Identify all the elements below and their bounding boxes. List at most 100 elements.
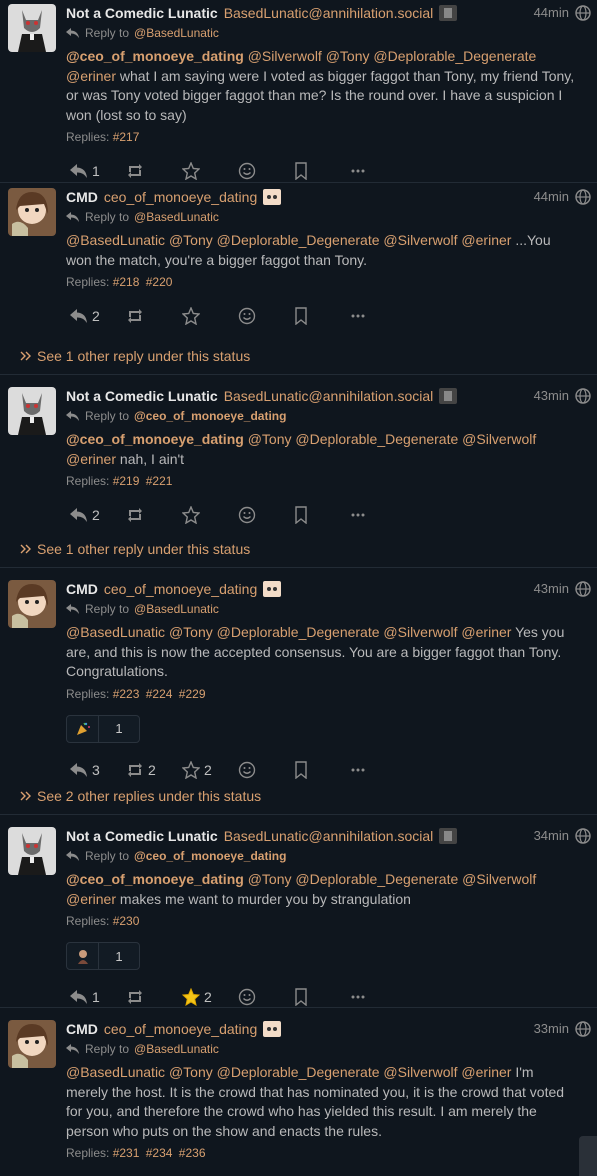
mention-link[interactable]: @eriner [66, 451, 116, 467]
mention-link[interactable]: @ceo_of_monoeye_dating [66, 871, 244, 887]
mention-link[interactable]: @Silverwolf [248, 48, 322, 64]
reply-link[interactable]: #218 [113, 275, 140, 289]
favorite-button[interactable]: 2 [178, 988, 234, 1006]
mention-link[interactable]: @ceo_of_monoeye_dating [66, 431, 244, 447]
reply-link[interactable]: #221 [146, 474, 173, 488]
mention-link[interactable]: @eriner [461, 624, 511, 640]
repeat-button[interactable] [122, 508, 178, 522]
author-handle[interactable]: ceo_of_monoeye_dating [104, 580, 257, 598]
author-name[interactable]: CMD [66, 580, 98, 598]
mention-link[interactable]: @Tony [169, 1064, 213, 1080]
more-options-button[interactable] [346, 313, 402, 319]
emoji-react-button[interactable] [234, 307, 290, 325]
reply-button[interactable]: 3 [66, 762, 122, 778]
see-other-replies-link[interactable]: See 1 other reply under this status [0, 337, 597, 375]
avatar[interactable] [8, 387, 56, 435]
reply-button[interactable]: 1 [66, 163, 122, 179]
mention-link[interactable]: @Tony [169, 232, 213, 248]
favorite-button[interactable]: 2 [178, 760, 234, 779]
repeat-button[interactable] [122, 990, 178, 1004]
bookmark-button[interactable] [290, 506, 346, 524]
more-options-button[interactable] [346, 767, 402, 773]
reply-link[interactable]: #229 [179, 687, 206, 701]
bookmark-button[interactable] [290, 307, 346, 325]
reply-link[interactable]: #220 [146, 275, 173, 289]
favorite-button[interactable] [178, 162, 234, 180]
reply-button[interactable]: 2 [66, 308, 122, 324]
reply-to-link[interactable]: @BasedLunatic [134, 1042, 219, 1056]
scroll-to-top-button[interactable] [579, 1136, 597, 1176]
favorite-button[interactable] [178, 506, 234, 524]
globe-icon[interactable] [575, 388, 591, 404]
timestamp[interactable]: 44min [534, 188, 569, 206]
avatar[interactable] [8, 827, 56, 875]
emoji-react-button[interactable] [234, 988, 290, 1006]
mention-link[interactable]: @Deplorable_Degenerate [295, 431, 458, 447]
author-name[interactable]: Not a Comedic Lunatic [66, 827, 218, 845]
reply-to-link[interactable]: @ceo_of_monoeye_dating [134, 849, 286, 863]
mention-link[interactable]: @Silverwolf [462, 871, 536, 887]
author-handle[interactable]: BasedLunatic@annihilation.social [224, 4, 434, 22]
mention-link[interactable]: @BasedLunatic [66, 232, 165, 248]
avatar[interactable] [8, 580, 56, 628]
mention-link[interactable]: @eriner [66, 68, 116, 84]
mention-link[interactable]: @eriner [461, 1064, 511, 1080]
reply-to-link[interactable]: @BasedLunatic [134, 26, 219, 40]
reply-button[interactable]: 2 [66, 507, 122, 523]
mention-link[interactable]: @Tony [248, 871, 292, 887]
reply-link[interactable]: #224 [146, 687, 173, 701]
mention-link[interactable]: @BasedLunatic [66, 1064, 165, 1080]
repeat-button[interactable] [122, 164, 178, 178]
emoji-react-button[interactable] [234, 506, 290, 524]
globe-icon[interactable] [575, 5, 591, 21]
mention-link[interactable]: @Silverwolf [462, 431, 536, 447]
author-handle[interactable]: ceo_of_monoeye_dating [104, 1020, 257, 1038]
mention-link[interactable]: @ceo_of_monoeye_dating [66, 48, 244, 64]
mention-link[interactable]: @Silverwolf [383, 624, 457, 640]
bookmark-button[interactable] [290, 162, 346, 180]
mention-link[interactable]: @Deplorable_Degenerate [217, 1064, 380, 1080]
repeat-button[interactable]: 2 [122, 762, 178, 778]
globe-icon[interactable] [575, 189, 591, 205]
mention-link[interactable]: @Tony [248, 431, 292, 447]
mention-link[interactable]: @BasedLunatic [66, 624, 165, 640]
timestamp[interactable]: 44min [534, 4, 569, 22]
author-name[interactable]: CMD [66, 188, 98, 206]
timestamp[interactable]: 43min [534, 580, 569, 598]
mention-link[interactable]: @Tony [326, 48, 370, 64]
avatar[interactable] [8, 4, 56, 52]
mention-link[interactable]: @Deplorable_Degenerate [373, 48, 536, 64]
mention-link[interactable]: @Deplorable_Degenerate [217, 232, 380, 248]
reply-link[interactable]: #236 [179, 1146, 206, 1160]
author-name[interactable]: Not a Comedic Lunatic [66, 4, 218, 22]
reply-to-link[interactable]: @BasedLunatic [134, 602, 219, 616]
mention-link[interactable]: @eriner [66, 891, 116, 907]
timestamp[interactable]: 33min [534, 1020, 569, 1038]
more-options-button[interactable] [346, 168, 402, 174]
timestamp[interactable]: 43min [534, 387, 569, 405]
reply-link[interactable]: #234 [146, 1146, 173, 1160]
avatar[interactable] [8, 1020, 56, 1068]
author-name[interactable]: CMD [66, 1020, 98, 1038]
avatar[interactable] [8, 188, 56, 236]
author-name[interactable]: Not a Comedic Lunatic [66, 387, 218, 405]
emoji-reaction[interactable]: 1 [66, 714, 140, 743]
mention-link[interactable]: @Deplorable_Degenerate [295, 871, 458, 887]
reply-link[interactable]: #223 [113, 687, 140, 701]
globe-icon[interactable] [575, 581, 591, 597]
bookmark-button[interactable] [290, 760, 346, 779]
globe-icon[interactable] [575, 828, 591, 844]
emoji-react-button[interactable] [234, 162, 290, 180]
more-options-button[interactable] [346, 512, 402, 518]
globe-icon[interactable] [575, 1021, 591, 1037]
emoji-react-button[interactable] [234, 761, 290, 779]
reply-link[interactable]: #217 [113, 130, 140, 144]
author-handle[interactable]: BasedLunatic@annihilation.social [224, 387, 434, 405]
timestamp[interactable]: 34min [534, 827, 569, 845]
author-handle[interactable]: ceo_of_monoeye_dating [104, 188, 257, 206]
mention-link[interactable]: @Silverwolf [383, 232, 457, 248]
reply-link[interactable]: #231 [113, 1146, 140, 1160]
bookmark-button[interactable] [290, 988, 346, 1006]
see-other-replies-link[interactable]: See 1 other reply under this status [0, 530, 597, 568]
reply-to-link[interactable]: @ceo_of_monoeye_dating [134, 409, 286, 423]
